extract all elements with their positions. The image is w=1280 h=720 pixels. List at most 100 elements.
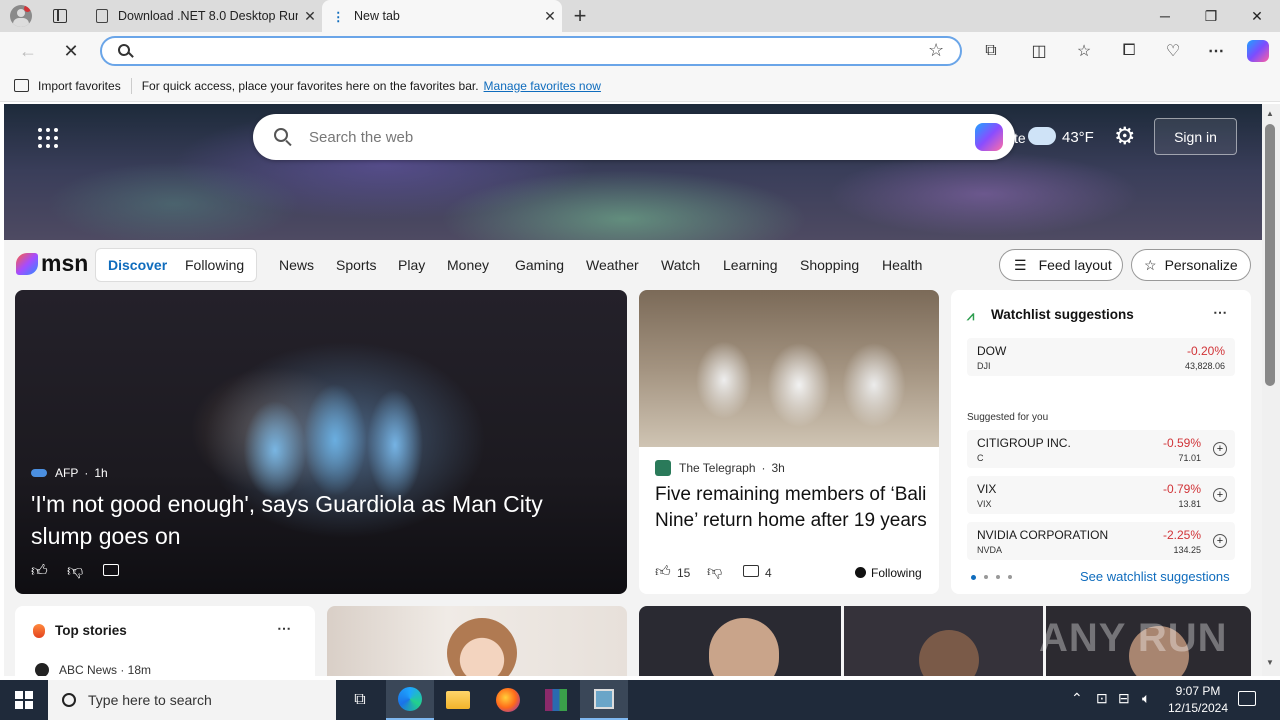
stock-row-nvidia[interactable]: NVIDIA CORPORATION NVDA -2.25% 134.25 + [967, 522, 1235, 560]
clock-date[interactable]: 12/15/2024 [1164, 701, 1232, 715]
restore-button[interactable]: ❐ [1188, 0, 1234, 32]
suggested-label: Suggested for you [967, 412, 1049, 423]
task-view-icon[interactable]: ⧉ [336, 680, 384, 720]
stop-loading-button[interactable]: ✕ [58, 39, 84, 63]
settings-gear-icon[interactable]: ⚙ [1114, 122, 1136, 151]
scrollbar-thumb[interactable] [1265, 124, 1275, 386]
start-button[interactable] [0, 680, 48, 720]
feed-layout-button[interactable]: ☰ Feed layout [999, 249, 1123, 281]
split-screen-icon[interactable]: ◫ [1026, 39, 1052, 63]
scroll-down-icon[interactable]: ▼ [1266, 658, 1274, 667]
more-options-icon[interactable]: ⋯ [1213, 304, 1227, 321]
new-tab-button[interactable]: + [568, 3, 592, 29]
add-to-watchlist-icon[interactable]: + [1213, 442, 1227, 456]
web-search-box[interactable]: Search the web [253, 114, 1015, 160]
import-favorites-button[interactable]: Import favorites [38, 79, 121, 93]
volume-icon[interactable]: 🔈︎ [1142, 690, 1150, 707]
stock-row-citigroup[interactable]: CITIGROUP INC. C -0.59% 71.01 + [967, 430, 1235, 468]
winrar-icon[interactable] [532, 680, 580, 720]
msn-logo[interactable]: msn [16, 250, 88, 277]
stock-row-vix[interactable]: VIX VIX -0.79% 13.81 + [967, 476, 1235, 514]
nav-shopping[interactable]: Shopping [800, 257, 859, 273]
close-tab-icon[interactable]: ✕ [298, 8, 322, 25]
close-window-button[interactable]: ✕ [1234, 0, 1280, 32]
copilot-icon[interactable] [975, 123, 1003, 151]
add-to-watchlist-icon[interactable]: + [1213, 534, 1227, 548]
stock-row-dow[interactable]: DOW DJI -0.20% 43,828.06 [967, 338, 1235, 376]
collections-icon[interactable]: ⧠ [1116, 39, 1142, 63]
weather-cloud-icon [1028, 127, 1056, 145]
weather-location[interactable]: te [1014, 130, 1026, 146]
stock-change: -0.59% [1162, 436, 1201, 450]
dislike-icon[interactable]: 👎︎ [707, 563, 722, 581]
nav-money[interactable]: Money [447, 257, 489, 273]
personalize-button[interactable]: ☆ Personalize [1131, 249, 1251, 281]
nav-watch[interactable]: Watch [661, 257, 700, 273]
minimize-button[interactable]: ─ [1142, 0, 1188, 32]
nav-health[interactable]: Health [882, 257, 922, 273]
nav-play[interactable]: Play [398, 257, 425, 273]
stock-symbol: C [977, 453, 984, 463]
comment-icon[interactable] [103, 564, 119, 576]
show-hidden-icons[interactable]: ⌃ [1071, 690, 1083, 707]
football-photos-card[interactable]: ANY RUN [639, 606, 1251, 676]
stock-price: 43,828.06 [1184, 361, 1225, 371]
like-icon[interactable]: 👍︎ [655, 563, 671, 581]
favorites-icon[interactable]: ☆ [1071, 39, 1097, 63]
msn-nav-row: msn Discover Following News Sports Play … [4, 240, 1262, 290]
lead-story-card[interactable]: AFP · 1h 'I'm not good enough', says Gua… [15, 290, 627, 594]
back-button[interactable]: ← [15, 39, 41, 63]
nav-gaming[interactable]: Gaming [515, 257, 564, 273]
tab-dotnet-download[interactable]: Download .NET 8.0 Desktop Runt ✕ [86, 0, 322, 32]
tab-discover[interactable]: Discover [108, 257, 167, 273]
profile-icon[interactable] [10, 5, 32, 27]
more-menu-icon[interactable]: ⋯ [1203, 39, 1229, 63]
baby-photo-card[interactable] [327, 606, 627, 676]
comment-icon[interactable] [743, 565, 759, 577]
tab-new-tab[interactable]: ⋮ New tab ✕ [322, 0, 562, 32]
nav-sports[interactable]: Sports [336, 257, 376, 273]
favorite-star-icon[interactable]: ☆ [928, 40, 944, 61]
taskbar-search-input[interactable]: Type here to search [88, 692, 212, 708]
file-explorer-icon[interactable] [434, 680, 482, 720]
network-icon[interactable]: ⊡ [1096, 690, 1108, 707]
favorites-hint: For quick access, place your favorites h… [141, 78, 479, 93]
scroll-up-icon[interactable]: ▲ [1266, 109, 1274, 118]
nav-news[interactable]: News [279, 257, 314, 273]
more-options-icon[interactable]: ⋯ [277, 620, 291, 637]
apps-launcher-icon[interactable] [38, 128, 58, 148]
manage-favorites-link[interactable]: Manage favorites now [484, 79, 601, 93]
import-icon[interactable] [14, 79, 29, 92]
tab-actions-icon[interactable] [53, 9, 67, 23]
stock-change: -0.79% [1162, 482, 1201, 496]
page-scrollbar[interactable]: ▲ ▼ [1262, 104, 1280, 676]
extensions-icon[interactable]: ⧉ [978, 39, 1004, 63]
following-label[interactable]: Following [871, 566, 922, 580]
tab-following[interactable]: Following [185, 257, 244, 273]
nav-learning[interactable]: Learning [723, 257, 778, 273]
second-story-card[interactable]: The Telegraph · 3h Five remaining member… [639, 290, 939, 594]
browser-essentials-icon[interactable]: ♡ [1160, 39, 1186, 63]
windows-taskbar: Type here to search ⧉ ⌃ ⊡ ⊟ 🔈︎ 9:07 PM 1… [0, 680, 1280, 720]
firefox-icon[interactable] [484, 680, 532, 720]
installer-app-icon[interactable] [580, 680, 628, 720]
notifications-icon[interactable] [1238, 691, 1256, 706]
sign-in-button[interactable]: Sign in [1154, 118, 1237, 155]
weather-temperature[interactable]: 43°F [1062, 129, 1094, 146]
close-tab-icon[interactable]: ✕ [538, 8, 562, 25]
carousel-dots[interactable] [971, 575, 1012, 580]
see-watchlist-link[interactable]: See watchlist suggestions [1080, 569, 1230, 584]
clock-time[interactable]: 9:07 PM [1170, 684, 1226, 698]
nav-weather[interactable]: Weather [586, 257, 639, 273]
second-headline[interactable]: Five remaining members of ‘Bali Nine’ re… [655, 482, 930, 534]
add-to-watchlist-icon[interactable]: + [1213, 488, 1227, 502]
wifi-icon[interactable]: ⊟ [1118, 690, 1130, 707]
dislike-icon[interactable]: 👎︎ [67, 562, 83, 581]
taskbar-search-box[interactable]: Type here to search [48, 680, 336, 720]
edge-app-icon[interactable] [386, 680, 434, 720]
like-icon[interactable]: 👍︎ [31, 562, 48, 581]
copilot-icon[interactable] [1245, 39, 1271, 63]
address-bar[interactable]: ☆ [100, 36, 962, 66]
search-input[interactable]: Search the web [309, 129, 413, 146]
lead-headline[interactable]: 'I'm not good enough', says Guardiola as… [31, 488, 601, 552]
